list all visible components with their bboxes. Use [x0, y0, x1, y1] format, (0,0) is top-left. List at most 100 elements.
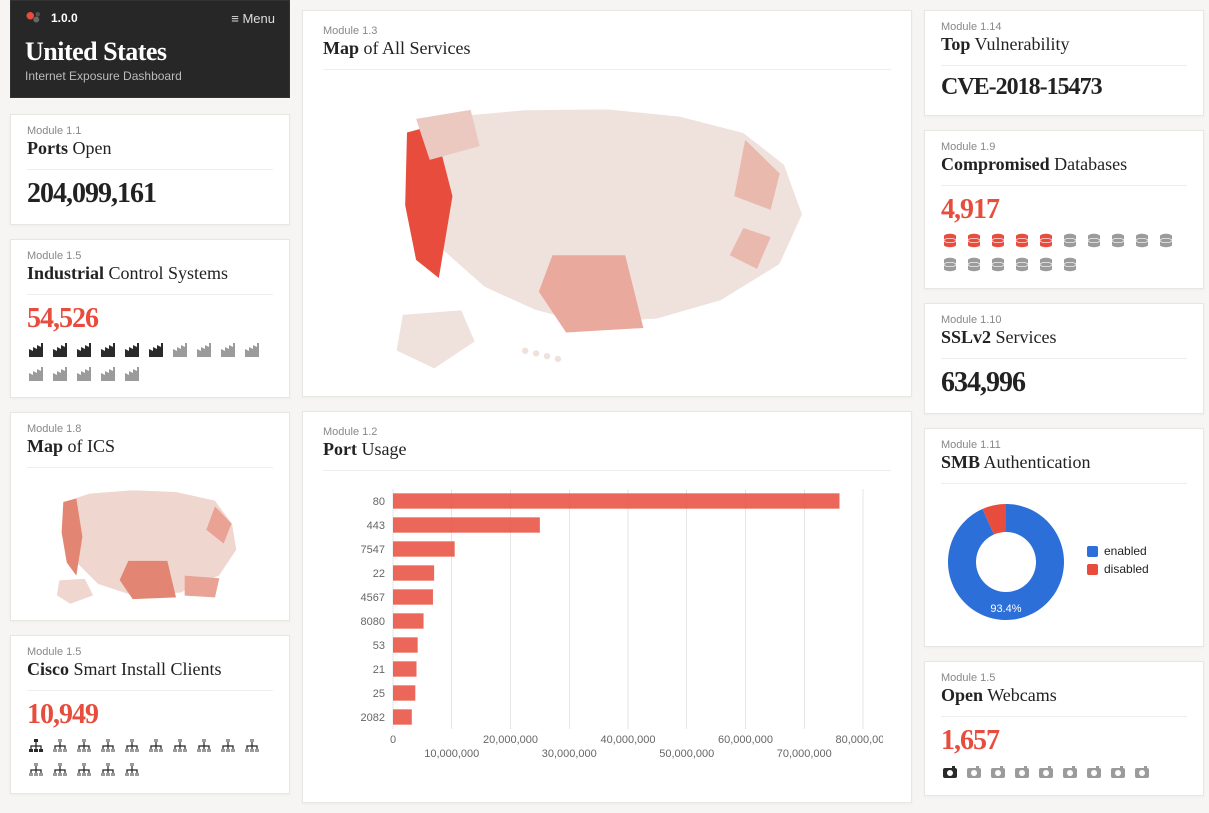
- card-databases: Module 1.9 Compromised Databases 4,917: [924, 130, 1204, 289]
- svg-text:80: 80: [373, 496, 385, 508]
- network-icon: [75, 761, 93, 779]
- database-icon: [1037, 256, 1055, 274]
- svg-text:93.4%: 93.4%: [990, 603, 1021, 615]
- top-vuln-value: CVE-2018-15473: [941, 74, 1187, 101]
- database-icon: [1037, 232, 1055, 250]
- database-icon: [1157, 232, 1175, 250]
- network-icon: [147, 737, 165, 755]
- module-label: Module 1.1: [27, 125, 273, 137]
- us-map-services[interactable]: [323, 78, 891, 378]
- camera-icon: [941, 763, 959, 781]
- camera-icon: [989, 763, 1007, 781]
- database-icon: [941, 256, 959, 274]
- app-version: 1.0.0: [51, 11, 78, 25]
- card-ics: Module 1.5 Industrial Control Systems 54…: [10, 239, 290, 398]
- svg-text:22: 22: [373, 568, 385, 580]
- factory-icon: [27, 341, 45, 359]
- network-icon: [243, 737, 261, 755]
- cisco-icon-row: [27, 737, 273, 779]
- network-icon: [99, 737, 117, 755]
- card-cisco: Module 1.5 Cisco Smart Install Clients 1…: [10, 635, 290, 794]
- sslv2-value: 634,996: [941, 367, 1187, 399]
- factory-icon: [51, 341, 69, 359]
- camera-icon: [1061, 763, 1079, 781]
- svg-text:0: 0: [390, 734, 396, 746]
- factory-icon: [243, 341, 261, 359]
- camera-icon: [1013, 763, 1031, 781]
- port-usage-chart[interactable]: 010,000,00020,000,00030,000,00040,000,00…: [323, 479, 883, 779]
- svg-text:50,000,000: 50,000,000: [659, 748, 714, 760]
- card-port-usage: Module 1.2 Port Usage 010,000,00020,000,…: [302, 411, 912, 803]
- smb-legend: enabled disabled: [1087, 544, 1149, 580]
- database-icon: [1061, 232, 1079, 250]
- card-top-vuln: Module 1.14 Top Vulnerability CVE-2018-1…: [924, 10, 1204, 116]
- database-icon: [1133, 232, 1151, 250]
- camera-icon: [1133, 763, 1151, 781]
- factory-icon: [99, 341, 117, 359]
- factory-icon: [219, 341, 237, 359]
- camera-icon: [1109, 763, 1127, 781]
- factory-icon: [51, 365, 69, 383]
- card-ports-open: Module 1.1 Ports Open 204,099,161: [10, 114, 290, 225]
- camera-icon: [965, 763, 983, 781]
- database-icon: [1109, 232, 1127, 250]
- svg-text:443: 443: [367, 520, 385, 532]
- svg-text:20,000,000: 20,000,000: [483, 734, 538, 746]
- database-icon: [941, 232, 959, 250]
- card-ics-map: Module 1.8 Map of ICS: [10, 412, 290, 621]
- database-icon: [1085, 232, 1103, 250]
- menu-button[interactable]: ≡ Menu: [231, 11, 275, 26]
- network-icon: [195, 737, 213, 755]
- svg-text:60,000,000: 60,000,000: [718, 734, 773, 746]
- databases-icon-row: [941, 232, 1187, 274]
- network-icon: [219, 737, 237, 755]
- network-icon: [123, 737, 141, 755]
- database-icon: [1061, 256, 1079, 274]
- factory-icon: [123, 341, 141, 359]
- factory-icon: [171, 341, 189, 359]
- svg-text:30,000,000: 30,000,000: [542, 748, 597, 760]
- network-icon: [27, 761, 45, 779]
- svg-text:70,000,000: 70,000,000: [777, 748, 832, 760]
- ics-icon-row: [27, 341, 273, 383]
- card-smb: Module 1.11 SMB Authentication 93.4% ena…: [924, 428, 1204, 647]
- factory-icon: [27, 365, 45, 383]
- camera-icon: [1085, 763, 1103, 781]
- network-icon: [99, 761, 117, 779]
- svg-text:2082: 2082: [361, 712, 385, 724]
- network-icon: [75, 737, 93, 755]
- database-icon: [1013, 232, 1031, 250]
- us-map-ics[interactable]: [27, 476, 273, 606]
- ports-open-value: 204,099,161: [27, 178, 273, 210]
- smb-pie-chart[interactable]: 93.4%: [941, 492, 1071, 632]
- database-icon: [965, 256, 983, 274]
- database-icon: [989, 256, 1007, 274]
- network-icon: [51, 761, 69, 779]
- factory-icon: [147, 341, 165, 359]
- database-icon: [1013, 256, 1031, 274]
- factory-icon: [195, 341, 213, 359]
- page-title: United States: [25, 37, 275, 67]
- card-webcams: Module 1.5 Open Webcams 1,657: [924, 661, 1204, 796]
- camera-icon: [1037, 763, 1055, 781]
- factory-icon: [75, 341, 93, 359]
- ics-value: 54,526: [27, 303, 273, 335]
- database-icon: [989, 232, 1007, 250]
- svg-text:80,000,000: 80,000,000: [835, 734, 883, 746]
- svg-text:10,000,000: 10,000,000: [424, 748, 479, 760]
- card-map-services: Module 1.3 Map of All Services: [302, 10, 912, 397]
- factory-icon: [99, 365, 117, 383]
- databases-value: 4,917: [941, 194, 1187, 226]
- webcams-value: 1,657: [941, 725, 1187, 757]
- svg-text:8080: 8080: [361, 616, 385, 628]
- page-subtitle: Internet Exposure Dashboard: [25, 69, 275, 83]
- database-icon: [965, 232, 983, 250]
- header: 1.0.0 ≡ Menu United States Internet Expo…: [10, 0, 290, 98]
- factory-icon: [123, 365, 141, 383]
- shodan-logo-icon: [25, 9, 43, 27]
- svg-text:7547: 7547: [361, 544, 385, 556]
- card-sslv2: Module 1.10 SSLv2 Services 634,996: [924, 303, 1204, 414]
- svg-text:4567: 4567: [361, 592, 385, 604]
- svg-text:25: 25: [373, 688, 385, 700]
- svg-text:21: 21: [373, 664, 385, 676]
